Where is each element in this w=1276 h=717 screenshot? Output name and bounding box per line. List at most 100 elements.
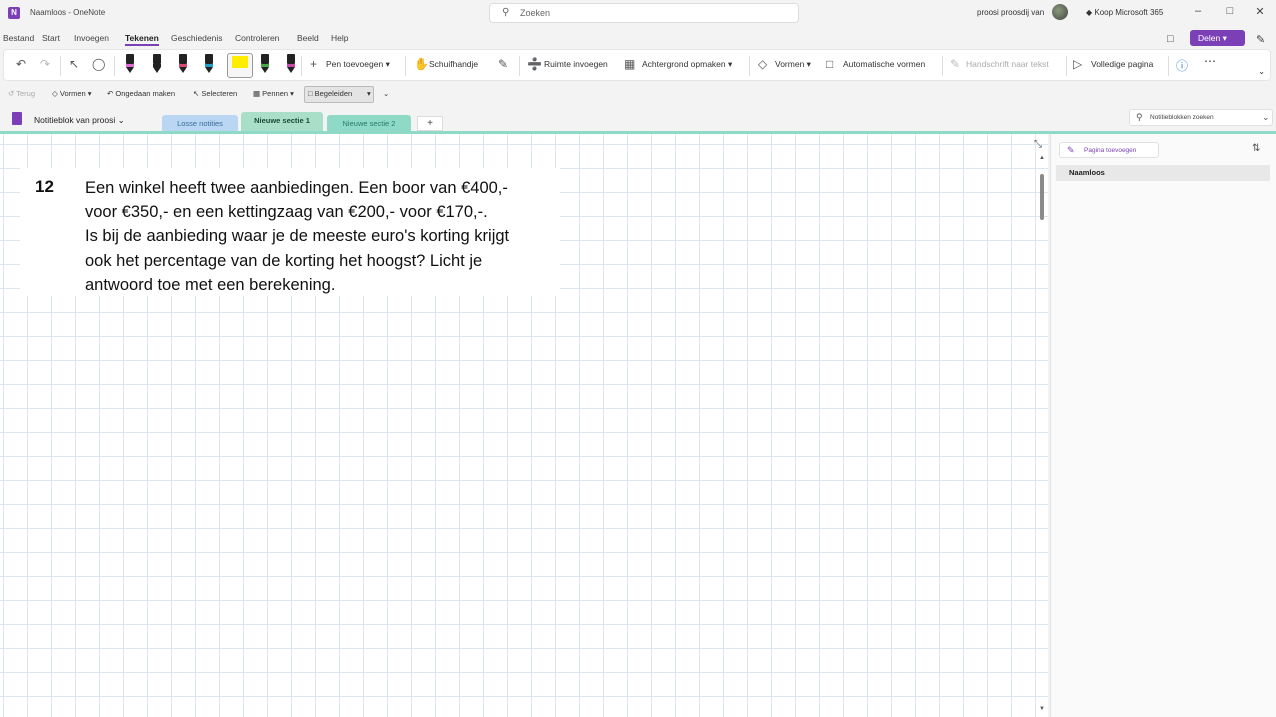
notebook-switcher[interactable]: Notitieblok van proosi ⌄ [34,115,125,126]
add-section-button[interactable]: + [417,116,443,131]
divider [301,56,302,76]
insert-space-button[interactable]: Ruimte invoegen [544,59,608,69]
page-item[interactable]: Naamloos [1056,165,1270,181]
undo-quick-label: Ongedaan maken [115,89,176,98]
notebook-name: Notitieblok van proosi [34,115,116,125]
full-page-icon: ▷ [1073,57,1083,71]
question-text[interactable]: Een winkel heeft twee aanbiedingen. Een … [85,176,555,297]
scroll-up-icon[interactable]: ▲ [1039,155,1045,161]
notebook-search-placeholder: Notitieblokken zoeken [1150,114,1214,121]
divider [1066,56,1067,76]
shapes-button[interactable]: Vormen ▾ [775,59,811,70]
ruler-label: Begeleiden [314,89,353,98]
add-page-button[interactable]: ✎ Pagina toevoegen [1059,142,1159,158]
full-page-button[interactable]: Volledige pagina [1091,59,1153,69]
eraser-icon[interactable]: ✎ [498,57,508,71]
divider [749,56,750,76]
scroll-down-icon[interactable]: ▼ [1039,706,1045,712]
divider [1168,56,1169,76]
chevron-down-icon[interactable]: ⌄ [1262,112,1270,123]
tab-invoegen[interactable]: Invoegen [74,33,109,43]
select-arrow-icon[interactable]: ↖ [69,57,79,71]
pen-1-icon[interactable] [126,54,134,73]
pen-6-icon[interactable] [261,54,269,73]
page-list-pane [1050,134,1276,717]
auto-shapes-icon: □ [826,57,834,71]
highlighter-yellow-icon[interactable] [232,56,248,68]
add-pen-icon: + [310,57,318,71]
ink-to-text-icon: ✎ [950,57,961,71]
ruler-button[interactable]: □ Begeleiden [308,89,352,98]
sort-icon[interactable]: ⇅ [1252,143,1260,154]
pen-2-icon[interactable] [153,54,161,73]
maximize-icon[interactable]: □ [1220,5,1240,17]
question-line: Is bij de aanbieding waar je de meeste e… [85,227,510,246]
auto-shapes-button[interactable]: Automatische vormen [843,59,925,69]
tab-controleren[interactable]: Controleren [235,33,279,43]
lasso-icon[interactable]: ◯ [92,57,105,71]
hand-button[interactable]: Schuifhandje [429,59,478,69]
close-icon[interactable]: ✕ [1250,5,1270,18]
divider [519,56,520,76]
tab-help[interactable]: Help [331,33,348,43]
help-icon[interactable]: ⓘ [1176,57,1188,74]
tab-geschiedenis[interactable]: Geschiedenis [171,33,223,43]
scrollbar[interactable] [1039,152,1045,712]
background-button[interactable]: Achtergrond opmaken ▾ [642,59,732,70]
scroll-thumb[interactable] [1040,174,1044,220]
question-number: 12 [35,177,54,196]
share-button[interactable]: Delen ▾ [1190,30,1245,46]
pen-3-icon[interactable] [179,54,187,73]
add-page-icon: ✎ [1067,145,1075,155]
section-tab-nieuwe-sectie-1[interactable]: Nieuwe sectie 1 [241,112,323,131]
section-tab-nieuwe-sectie-2[interactable]: Nieuwe sectie 2 [327,115,411,131]
user-name[interactable]: proosi proosdij van [977,8,1044,17]
add-page-label: Pagina toevoegen [1084,147,1137,154]
tab-bestand[interactable]: Bestand [3,33,34,43]
search-input[interactable]: ⚲ Zoeken [489,3,799,23]
avatar[interactable] [1052,4,1068,20]
tab-tekenen[interactable]: Tekenen [125,33,159,46]
minimize-icon[interactable]: – [1188,5,1208,17]
pen-4-icon[interactable] [205,54,213,73]
ribbon-collapse-icon[interactable]: ⌄ [1258,66,1265,77]
tab-start[interactable]: Start [42,33,60,43]
shapes-quick-button[interactable]: ◇ Vormen ▾ [52,89,92,98]
select-quick-button[interactable]: ↖ Selecteren [193,89,237,98]
more-icon[interactable]: ⋯ [1204,54,1216,68]
question-line: antwoord toe met een berekening. [85,275,336,294]
back-button[interactable]: ↺ Terug [8,89,35,98]
pens-quick-label: Pennen [262,89,289,98]
divider [114,56,115,76]
divider [942,56,943,76]
title-bar: N Naamloos - OneNote ⚲ Zoeken proosi pro… [0,0,1276,27]
background-icon: ▦ [624,57,636,71]
background-label: Achtergrond opmaken [642,59,726,69]
undo-quick-button[interactable]: ↶ Ongedaan maken [107,89,175,98]
section-tab-losse-notities[interactable]: Losse notities [162,115,238,131]
page-item-label: Naamloos [1069,168,1105,177]
ribbon: ↶ ↷ ↖ ◯ + Pen toevoegen ▾ ✋ Schuifhandje… [3,49,1271,81]
add-pen-label: Pen toevoegen [326,59,384,69]
feedback-icon[interactable]: ✎ [1256,33,1265,46]
undo-icon[interactable]: ↶ [16,57,26,71]
search-icon: ⚲ [502,7,510,18]
customize-icon[interactable]: ⌄ [383,89,389,98]
quick-toolbar: ↺ Terug ◇ Vormen ▾ ↶ Ongedaan maken ↖ Se… [0,84,1276,104]
add-pen-button[interactable]: Pen toevoegen ▾ [326,59,390,70]
pens-quick-button[interactable]: ▦ Pennen ▾ [253,89,294,98]
question-line: Een winkel heeft twee aanbiedingen. Een … [85,179,508,197]
shapes-label: Vormen [775,59,805,69]
back-label: Terug [16,89,35,98]
ruler-dropdown-icon[interactable]: ▾ [367,89,371,98]
buy-microsoft-365-link[interactable]: ◆ Koop Microsoft 365 [1086,8,1163,17]
pen-7-icon[interactable] [287,54,295,73]
ink-to-text-button[interactable]: Handschrift naar tekst [966,59,1049,69]
redo-icon[interactable]: ↷ [40,57,50,71]
notebook-search-input[interactable]: ⚲ Notitieblokken zoeken ⌄ [1129,109,1273,126]
tab-beeld[interactable]: Beeld [297,33,319,43]
question-line: ook het percentage van de korting het ho… [85,251,483,270]
expand-icon[interactable]: ⤡ [1034,139,1042,150]
question-line: voor €350,- en een kettingzaag van €200,… [85,203,488,222]
notebook-icon[interactable]: □ [1167,33,1174,45]
